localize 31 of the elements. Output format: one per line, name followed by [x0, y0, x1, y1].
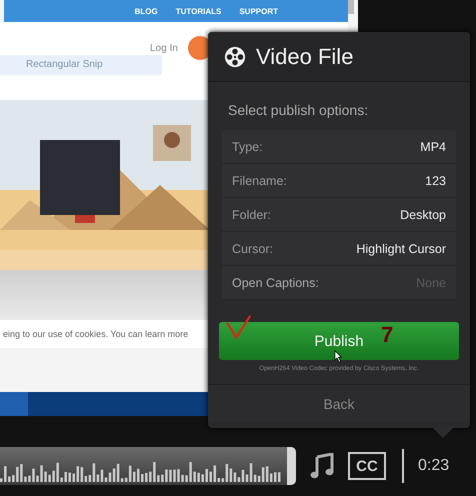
cursor-icon: [334, 350, 343, 363]
time-display: 0:23: [418, 457, 450, 475]
nav-link[interactable]: SUPPORT: [239, 6, 278, 16]
option-value: 123: [425, 174, 446, 188]
option-value: MP4: [420, 140, 446, 154]
cookie-notice: eing to our use of cookies. You can learn more: [2, 329, 188, 339]
search-field[interactable]: Rectangular Snip: [0, 55, 162, 75]
option-row[interactable]: Filename: 123: [222, 164, 456, 198]
option-row[interactable]: Type: MP4: [222, 130, 456, 164]
dialog-subtitle: Select publish options:: [228, 102, 368, 118]
waveform-track[interactable]: [0, 447, 296, 485]
nav-link[interactable]: BLOG: [134, 6, 158, 16]
option-label: Cursor:: [232, 242, 273, 256]
dialog-title: Video File: [256, 44, 354, 70]
option-label: Open Captions:: [232, 276, 319, 290]
option-value: Highlight Cursor: [356, 242, 446, 256]
option-row[interactable]: Cursor: Highlight Cursor: [222, 232, 456, 266]
option-row[interactable]: Folder: Desktop: [222, 198, 456, 232]
option-label: Folder:: [232, 208, 271, 222]
option-value: Desktop: [400, 208, 446, 222]
film-reel-icon: [224, 46, 246, 68]
trim-handle[interactable]: [287, 447, 296, 485]
option-label: Filename:: [232, 174, 287, 188]
login-link[interactable]: Log In: [150, 42, 178, 54]
annotation-number: 7: [381, 322, 394, 348]
option-label: Type:: [232, 140, 263, 154]
back-button[interactable]: Back: [208, 384, 470, 422]
nav-link[interactable]: TUTORIALS: [176, 6, 222, 16]
captions-button[interactable]: CC: [348, 452, 386, 480]
scrollbar[interactable]: [348, 0, 354, 14]
music-note-icon[interactable]: [310, 453, 334, 479]
